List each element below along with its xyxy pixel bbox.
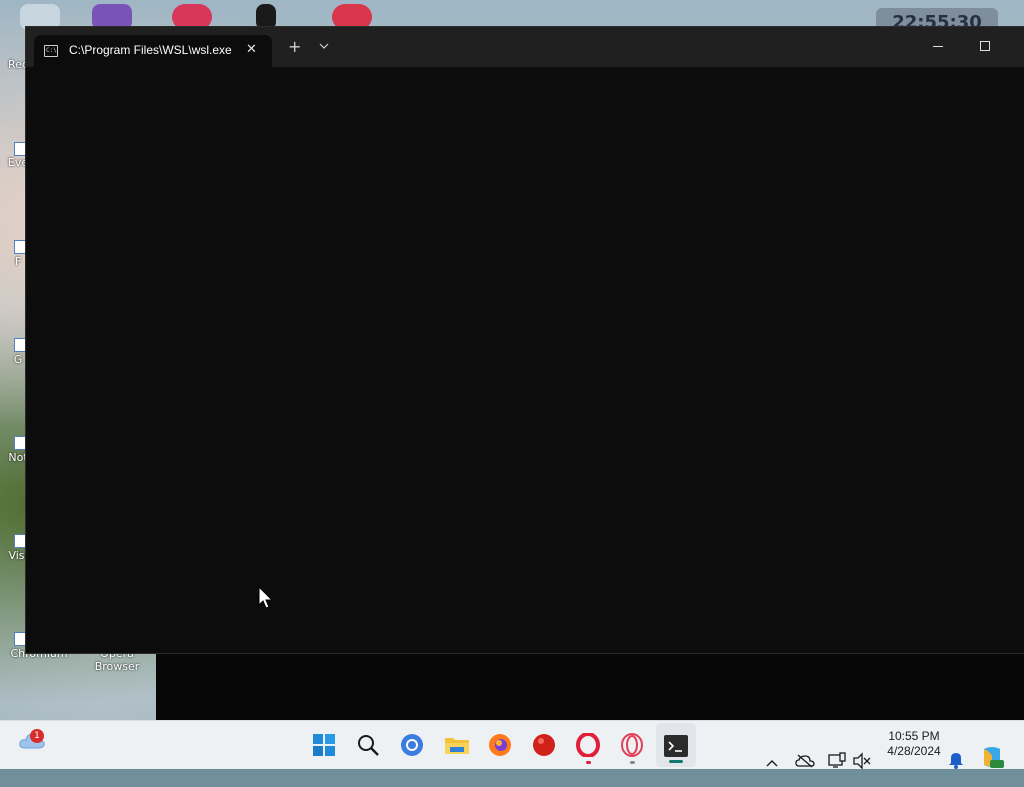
taskbar-terminal[interactable]	[656, 723, 696, 767]
clock-date: 4/28/2024	[887, 744, 941, 758]
folder-icon	[445, 738, 469, 754]
copilot-icon[interactable]	[980, 733, 1004, 781]
terminal-content[interactable]	[26, 67, 1024, 653]
new-tab-button[interactable]: +	[288, 39, 301, 55]
terminal-icon	[664, 735, 688, 757]
taskbar-opera-gx[interactable]	[612, 721, 652, 769]
taskbar-chromium[interactable]	[392, 721, 432, 769]
firefox-icon	[489, 734, 511, 756]
running-indicator	[669, 760, 683, 763]
running-indicator	[630, 761, 635, 764]
show-hidden-icons-chevron-icon[interactable]	[766, 739, 778, 787]
terminal-window[interactable]: C:\ C:\Program Files\WSL\wsl.exe ✕ +	[26, 27, 1024, 653]
maximize-button[interactable]	[961, 35, 1007, 59]
tab-wsl[interactable]: C:\ C:\Program Files\WSL\wsl.exe ✕	[34, 35, 272, 67]
taskbar-file-explorer[interactable]	[436, 721, 476, 769]
clock-time: 10:55 PM	[888, 729, 940, 743]
mouse-cursor-icon	[258, 586, 274, 609]
maximize-icon	[980, 41, 990, 51]
opera-gx-icon	[621, 733, 643, 757]
tab-title: C:\Program Files\WSL\wsl.exe	[69, 43, 232, 57]
taskbar-red-app[interactable]	[524, 721, 564, 769]
terminal-icon: C:\	[44, 45, 58, 57]
notification-bell-icon[interactable]	[948, 736, 964, 784]
taskbar-clock[interactable]: 10:55 PM 4/28/2024	[876, 729, 952, 759]
red-ball-icon	[533, 734, 555, 756]
network-icon[interactable]	[828, 737, 846, 785]
background-dark-area	[156, 653, 1024, 720]
search-button[interactable]	[348, 721, 388, 769]
close-tab-icon[interactable]: ✕	[246, 42, 257, 57]
chevron-down-icon[interactable]	[319, 41, 329, 51]
minimize-icon	[933, 46, 943, 47]
search-icon	[358, 735, 379, 756]
volume-muted-icon[interactable]	[853, 737, 871, 785]
title-bar[interactable]: C:\ C:\Program Files\WSL\wsl.exe ✕ +	[26, 27, 1024, 67]
taskbar-firefox[interactable]	[480, 721, 520, 769]
notification-badge: 1	[30, 729, 44, 743]
taskbar-opera[interactable]	[568, 721, 608, 769]
running-indicator	[586, 761, 591, 764]
start-button[interactable]	[304, 721, 344, 769]
minimize-button[interactable]	[915, 35, 961, 59]
taskbar: 1 10:55 PM 4/28/2024	[0, 720, 1024, 770]
onedrive-offline-icon[interactable]	[795, 737, 815, 785]
windows-start-icon	[313, 734, 335, 756]
chromium-icon	[401, 734, 423, 756]
opera-icon	[576, 733, 600, 757]
